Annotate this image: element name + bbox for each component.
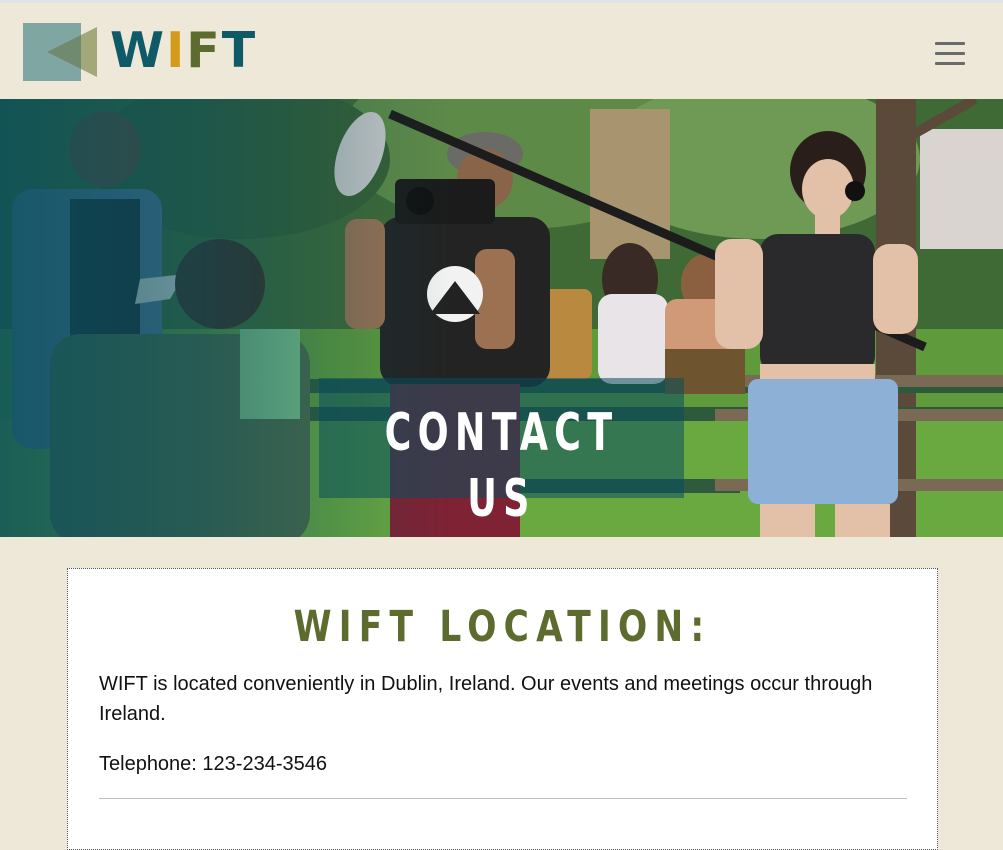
location-paragraph: WIFT is located conveniently in Dublin, … bbox=[99, 673, 873, 725]
logo-letter-i: I bbox=[166, 22, 187, 79]
logo-letter-t: T bbox=[221, 22, 258, 79]
hero-title-box: CONTACT US bbox=[319, 378, 684, 529]
divider bbox=[99, 798, 907, 799]
logo-text: WIFT bbox=[110, 21, 257, 81]
hamburger-line bbox=[935, 52, 965, 55]
hero-banner: CONTACT US bbox=[0, 99, 1003, 537]
location-card: WIFT LOCATION: WIFT is located convenien… bbox=[67, 568, 938, 850]
logo[interactable]: WIFT bbox=[23, 22, 255, 81]
hamburger-line bbox=[935, 62, 965, 65]
hamburger-menu-button[interactable] bbox=[932, 39, 968, 67]
hero-title: CONTACT US bbox=[384, 403, 619, 529]
telephone-text: Telephone: 123-234-3546 bbox=[99, 753, 327, 775]
logo-letter-f: F bbox=[186, 22, 222, 79]
site-header: WIFT bbox=[0, 3, 1003, 99]
logo-letter-w: W bbox=[110, 22, 167, 79]
location-title: WIFT LOCATION: bbox=[293, 602, 712, 652]
logo-mark-icon bbox=[23, 23, 97, 81]
hamburger-line bbox=[935, 42, 965, 45]
